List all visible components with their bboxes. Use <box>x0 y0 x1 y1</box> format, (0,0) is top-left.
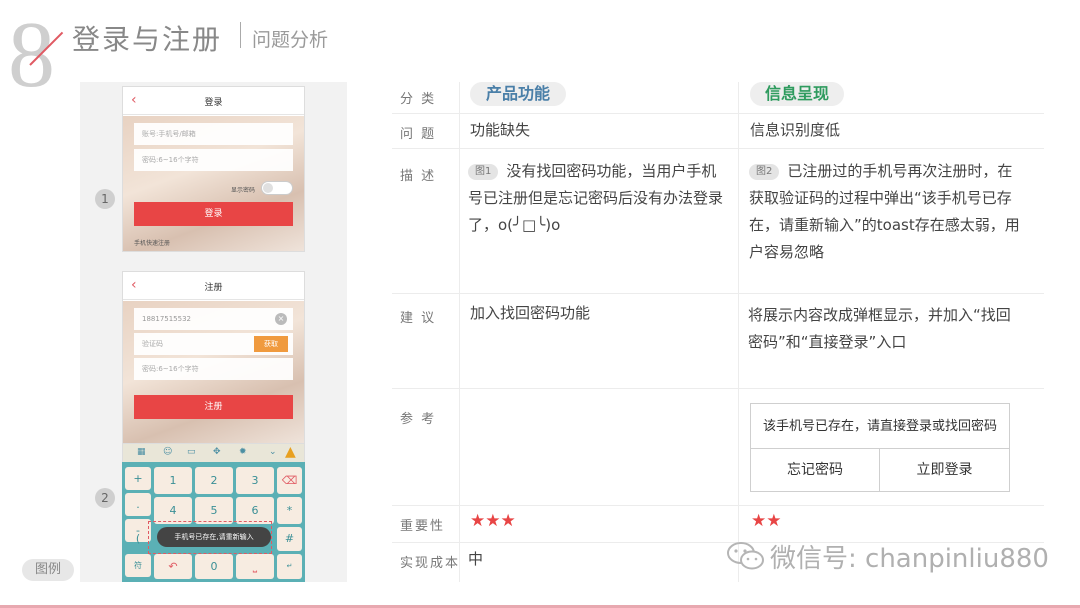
label-suggestion: 建 议 <box>400 311 437 326</box>
table-row-divider <box>392 113 1044 114</box>
page-title: 登录与注册 <box>72 23 223 56</box>
importance-stars-col2: ★★ <box>751 511 782 531</box>
register-header: ‹ 注册 <box>123 272 304 300</box>
key-4[interactable]: 4 <box>154 497 192 524</box>
forgot-password-button[interactable]: 忘记密码 <box>751 449 880 492</box>
key-hash[interactable]: # <box>277 527 302 551</box>
figure-tag-1: 图1 <box>468 164 499 180</box>
key-1[interactable]: 1 <box>154 467 192 494</box>
table-row-divider <box>392 148 1044 149</box>
warning-icon: ▲ <box>285 444 296 460</box>
description-col2-text: 已注册过的手机号再次注册时，在获取验证码的过程中弹出“该手机号已存在，请重新输入… <box>749 162 1020 261</box>
wechat-icon <box>727 542 764 570</box>
register-body: 18817515532 × 验证码 获取 密码:6~16个字符 注册 <box>123 301 304 443</box>
key-dot[interactable]: . <box>125 493 151 516</box>
page-subtitle: 问题分析 <box>252 29 329 51</box>
register-title: 注册 <box>204 283 223 293</box>
settings-icon[interactable]: ✹ <box>239 447 247 457</box>
show-password-label: 显示密码 <box>231 187 256 194</box>
register-screen-mock: ‹ 注册 18817515532 × 验证码 获取 密码:6~16个字符 注册 <box>122 271 305 444</box>
clipboard-icon[interactable]: ▦ <box>137 447 146 457</box>
login-now-button[interactable]: 立即登录 <box>880 449 1009 492</box>
table-row-divider <box>392 505 1044 506</box>
password-input[interactable]: 密码:6~16个字符 <box>134 149 293 171</box>
login-title: 登录 <box>204 98 223 108</box>
watermark-text: 微信号: chanpinliu880 <box>770 544 1049 574</box>
step-number-2: 2 <box>95 488 115 508</box>
description-col1-text: 没有找回密码功能，当用户手机号已注册但是忘记密码后没有办法登录了，o(╯□╰)o <box>468 162 724 234</box>
emoji-icon[interactable]: ☺ <box>163 447 172 457</box>
figure-label: 图例 <box>22 559 74 581</box>
register-password-input[interactable]: 密码:6~16个字符 <box>134 358 293 380</box>
category-pill-product: 产品功能 <box>470 82 566 106</box>
table-col-divider-1 <box>459 82 460 582</box>
figure-tag-2: 图2 <box>749 164 780 180</box>
table-row-divider <box>392 293 1044 294</box>
cursor-icon[interactable]: ✥ <box>213 447 221 457</box>
key-5[interactable]: 5 <box>195 497 233 524</box>
description-col1: 图1 没有找回密码功能，当用户手机号已注册但是忘记密码后没有办法登录了，o(╯□╰… <box>468 158 730 239</box>
toggle-knob <box>263 183 273 193</box>
key-symbol[interactable]: 符 <box>125 554 151 577</box>
key-6[interactable]: 6 <box>236 497 274 524</box>
login-screen-mock: ‹ 登录 账号:手机号/邮箱 密码:6~16个字符 显示密码 登录 手机快速注册 <box>122 86 305 252</box>
show-password-toggle[interactable] <box>261 181 293 195</box>
key-3[interactable]: 3 <box>236 467 274 494</box>
step-number-1: 1 <box>95 189 115 209</box>
title-divider <box>240 22 241 48</box>
label-importance: 重要性 <box>400 519 446 534</box>
return-icon[interactable]: ↶ <box>154 554 192 579</box>
importance-stars-col1: ★★★ <box>470 511 516 531</box>
label-problem: 问 题 <box>400 127 437 142</box>
keyboard-toolbar: ▦ ☺ ▭ ✥ ✹ ⌄ ▲ <box>122 444 305 462</box>
reference-dialog-mock: 该手机号已存在，请直接登录或找回密码 忘记密码 立即登录 <box>750 403 1010 492</box>
category-pill-info: 信息呈现 <box>750 82 844 106</box>
problem-col2: 信息识别度低 <box>750 121 841 139</box>
toast-message: 手机号已存在,请重新输入 <box>157 527 271 547</box>
login-header: ‹ 登录 <box>123 87 304 115</box>
label-category: 分 类 <box>400 92 437 107</box>
login-body: 账号:手机号/邮箱 密码:6~16个字符 显示密码 登录 手机快速注册 <box>123 116 304 251</box>
cost-col1: 中 <box>468 550 484 568</box>
description-col2: 图2 已注册过的手机号再次注册时，在获取验证码的过程中弹出“该手机号已存在，请重新… <box>749 158 1027 266</box>
dialog-message: 该手机号已存在，请直接登录或找回密码 <box>751 404 1009 449</box>
key-2[interactable]: 2 <box>195 467 233 494</box>
get-code-button[interactable]: 获取 <box>254 336 288 352</box>
quick-register-link[interactable]: 手机快速注册 <box>134 238 170 247</box>
key-0[interactable]: 0 <box>195 554 233 579</box>
table-row-divider <box>392 388 1044 389</box>
login-button[interactable]: 登录 <box>134 202 293 226</box>
label-cost: 实现成本 <box>400 556 461 571</box>
keyboard-icon[interactable]: ▭ <box>187 447 196 457</box>
chevron-down-icon[interactable]: ⌄ <box>269 447 277 457</box>
table-col-divider-2 <box>738 82 739 582</box>
label-reference: 参 考 <box>400 412 437 427</box>
key-plus[interactable]: + <box>125 467 151 490</box>
section-number: 8 <box>8 3 55 107</box>
suggestion-col2: 将展示内容改成弹框显示，并加入“找回密码”和“直接登录”入口 <box>748 306 1011 351</box>
label-description: 描 述 <box>400 169 437 184</box>
register-button[interactable]: 注册 <box>134 395 293 419</box>
account-input[interactable]: 账号:手机号/邮箱 <box>134 123 293 145</box>
clear-icon[interactable]: × <box>275 313 287 325</box>
suggestion-col1: 加入找回密码功能 <box>470 304 591 322</box>
backspace-icon[interactable]: ⌫ <box>277 467 302 494</box>
space-icon[interactable]: ⎵ <box>236 554 274 579</box>
key-star[interactable]: * <box>277 497 302 524</box>
enter-icon[interactable]: ↵ <box>277 554 302 579</box>
problem-col1: 功能缺失 <box>470 121 531 139</box>
phone-input[interactable]: 18817515532 <box>134 308 293 330</box>
